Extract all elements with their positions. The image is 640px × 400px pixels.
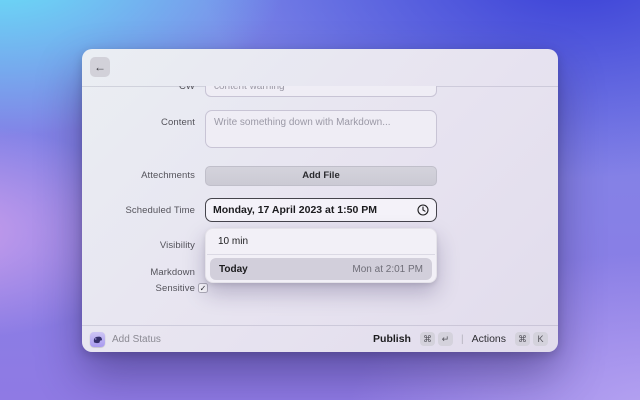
status-form: CW Content Attechments Add File Schedule… [82,86,558,325]
publish-label: Publish [373,333,411,345]
dropdown-item-today[interactable]: Today Mon at 2:01 PM [210,258,432,280]
dropdown-item-detail: Mon at 2:01 PM [352,263,423,275]
command-key-icon: ⌘ [515,332,530,346]
dropdown-item-10min[interactable]: 10 min [206,229,436,254]
visibility-label: Visibility [159,240,195,251]
footer-actions: Publish ⌘ ↵ | Actions ⌘ K [373,332,548,346]
app-logo-icon [90,331,105,347]
content-field-wrap [205,110,437,153]
actions-button[interactable]: Actions ⌘ K [472,332,548,346]
desktop-background: ← CW Content Attechments Add File Schedu… [0,0,640,400]
publish-button[interactable]: Publish ⌘ ↵ [373,332,453,346]
attachments-field-wrap: Add File [205,165,437,186]
scheduled-time-label: Scheduled Time [125,205,195,216]
scheduled-time-value: Monday, 17 April 2023 at 1:50 PM [213,204,377,216]
add-file-button[interactable]: Add File [205,165,437,186]
command-key-icon: ⌘ [419,332,435,346]
markdown-label: Markdown [150,267,195,278]
cw-label: CW [178,86,195,92]
content-label: Content [161,117,195,128]
scheduled-time-input[interactable]: Monday, 17 April 2023 at 1:50 PM [205,198,437,222]
sensitive-label: Sensitive [155,283,195,294]
return-key-icon: ↵ [437,332,453,346]
k-key-icon: K [533,332,548,346]
dropdown-divider [207,254,435,255]
app-name: Add Status [112,333,161,345]
dropdown-item-label: Today [219,263,248,275]
clock-icon[interactable] [417,204,429,216]
add-status-window: ← CW Content Attechments Add File Schedu… [82,49,558,352]
footer-bar: Add Status Publish ⌘ ↵ | Actions ⌘ K [82,326,558,352]
attachments-label: Attechments [141,170,195,181]
sensitive-checkbox[interactable]: ✓ [198,283,208,293]
content-textarea[interactable] [205,110,437,148]
checkmark-icon: ✓ [199,284,207,293]
back-button[interactable]: ← [90,57,110,77]
back-arrow-icon: ← [94,60,106,74]
actions-label: Actions [471,333,506,345]
footer-separator: | [460,333,464,345]
schedule-dropdown: 10 min Today Mon at 2:01 PM [205,228,437,283]
cw-input[interactable] [205,86,437,97]
cw-field-wrap [205,86,437,97]
